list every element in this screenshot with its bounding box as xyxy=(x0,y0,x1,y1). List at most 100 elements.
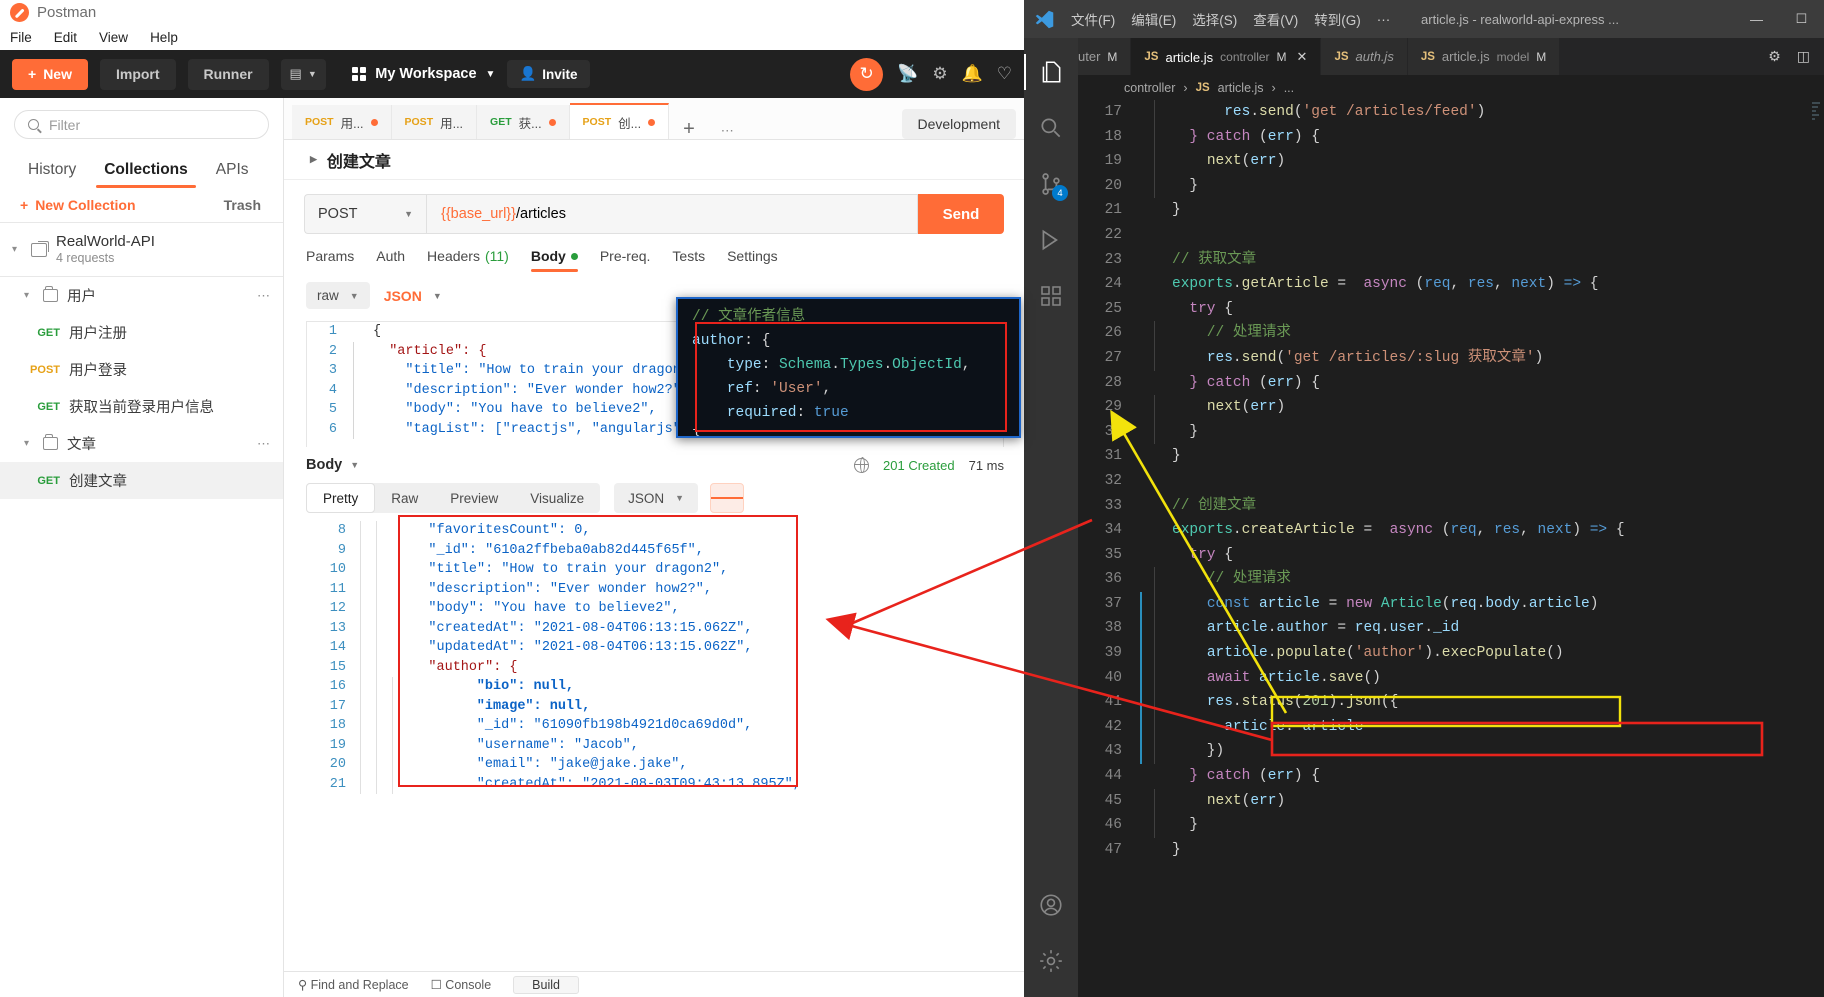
split-editor-vertical-icon[interactable]: ⚙ xyxy=(1768,48,1781,65)
folder-icon xyxy=(43,286,58,302)
send-button[interactable]: Send xyxy=(918,194,1004,234)
request-tab-3[interactable]: GET 获... xyxy=(477,105,570,139)
chevron-down-icon[interactable]: ▾ xyxy=(24,290,34,301)
folder-row-articles[interactable]: ▾ 文章 ⋯ xyxy=(0,425,283,462)
runner-button[interactable]: Runner xyxy=(187,58,269,90)
body-mode-select[interactable]: raw ▼ xyxy=(306,282,370,309)
tab-headers[interactable]: Headers (11) xyxy=(427,248,509,272)
folder-more-icon[interactable]: ⋯ xyxy=(257,288,271,304)
url-input[interactable]: {{base_url}}/articles xyxy=(426,194,918,234)
tab-auth[interactable]: Auth xyxy=(376,248,405,272)
menu-goto[interactable]: 转到(G) xyxy=(1314,9,1361,29)
menu-help[interactable]: Help xyxy=(150,30,178,45)
menu-overflow-icon[interactable]: ··· xyxy=(1377,12,1391,27)
source-control-badge: 4 xyxy=(1052,185,1068,201)
run-debug-icon[interactable] xyxy=(1024,214,1078,266)
line-text: res.send('get /articles/:slug 获取文章') xyxy=(1206,349,1544,366)
line-number: 29 xyxy=(1104,399,1122,416)
heart-icon[interactable]: ♡ xyxy=(997,64,1012,84)
satellite-icon[interactable]: 📡 xyxy=(897,64,918,84)
line-text: article: article xyxy=(1224,718,1364,735)
tab-history[interactable]: History xyxy=(14,155,90,188)
accounts-icon[interactable] xyxy=(1024,879,1078,931)
editor-tab-router[interactable]: uter M xyxy=(1078,38,1132,75)
response-line: 21 "createdAt": "2021-08-03T09:43:13.895… xyxy=(306,774,1004,794)
folder-row-users[interactable]: ▾ 用户 ⋯ xyxy=(0,277,283,314)
menu-view[interactable]: View xyxy=(99,30,128,45)
maximize-button[interactable]: ☐ xyxy=(1779,0,1824,38)
request-row-current-user[interactable]: GET 获取当前登录用户信息 xyxy=(0,388,283,425)
console-button[interactable]: ☐ Console xyxy=(431,977,492,992)
tab-tests[interactable]: Tests xyxy=(672,248,705,272)
new-window-button[interactable]: ▤ ▼ xyxy=(280,58,326,90)
chevron-down-icon[interactable]: ▾ xyxy=(24,438,34,449)
method-select[interactable]: POST ▼ xyxy=(304,194,426,234)
request-row-create-article[interactable]: GET 创建文章 xyxy=(0,462,283,499)
tab-prerequest[interactable]: Pre-req. xyxy=(600,248,651,272)
collection-row-realworld-api[interactable]: ▾ RealWorld-API 4 requests xyxy=(0,223,283,276)
import-button[interactable]: Import xyxy=(99,58,176,90)
editor-tab-article-controller[interactable]: JS article.js controller M ✕ xyxy=(1131,38,1322,75)
response-body-viewer[interactable]: 8 "favoritesCount": 0, 9 "_id": "610a2ff… xyxy=(306,515,1004,794)
search-icon[interactable] xyxy=(1024,102,1078,154)
tab-visualize[interactable]: Visualize xyxy=(514,483,600,513)
breadcrumb-file[interactable]: article.js xyxy=(1218,81,1264,95)
gear-icon[interactable]: ⚙ xyxy=(932,64,947,84)
extensions-icon[interactable] xyxy=(1024,270,1078,322)
breadcrumb-symbol[interactable]: ... xyxy=(1284,81,1294,95)
tab-preview[interactable]: Preview xyxy=(434,483,514,513)
editor-tab-article-model[interactable]: JS article.js model M xyxy=(1407,38,1561,75)
response-line: 14 "updatedAt": "2021-08-04T06:13:15.062… xyxy=(306,638,1004,658)
gear-icon[interactable] xyxy=(1024,935,1078,987)
new-collection-button[interactable]: + New Collection xyxy=(20,197,136,213)
tab-params[interactable]: Params xyxy=(306,248,354,272)
tab-raw[interactable]: Raw xyxy=(375,483,434,513)
sync-button[interactable]: ↻ xyxy=(850,57,884,91)
explorer-icon[interactable] xyxy=(1024,46,1078,98)
request-tab-label: 创... xyxy=(618,116,642,131)
source-control-icon[interactable]: 4 xyxy=(1024,158,1078,210)
workspace-selector[interactable]: My Workspace ▼ xyxy=(351,66,495,82)
wrap-lines-button[interactable] xyxy=(710,483,745,513)
menu-edit[interactable]: Edit xyxy=(54,30,77,45)
search-input[interactable]: Filter xyxy=(14,110,269,139)
new-button[interactable]: + New xyxy=(12,58,88,90)
environment-selector[interactable]: Development xyxy=(901,109,1016,139)
request-row-user-login[interactable]: POST 用户登录 xyxy=(0,351,283,388)
tab-collections[interactable]: Collections xyxy=(90,155,202,188)
menu-edit[interactable]: 编辑(E) xyxy=(1131,9,1176,29)
tab-settings[interactable]: Settings xyxy=(727,248,778,272)
minimap[interactable] xyxy=(1810,100,1824,997)
response-format-select[interactable]: JSON ▼ xyxy=(614,483,699,513)
menu-file[interactable]: File xyxy=(10,30,32,45)
menu-file[interactable]: 文件(F) xyxy=(1071,9,1115,29)
folder-more-icon[interactable]: ⋯ xyxy=(257,436,271,452)
find-replace-button[interactable]: ⚲ Find and Replace xyxy=(298,977,409,992)
new-tab-button[interactable]: + xyxy=(669,119,709,139)
minimize-button[interactable]: — xyxy=(1734,0,1779,38)
response-body-selector[interactable]: Body ▼ xyxy=(306,457,359,473)
tab-pretty[interactable]: Pretty xyxy=(306,483,376,513)
invite-button[interactable]: 👤 Invite xyxy=(507,60,590,88)
breadcrumb-folder[interactable]: controller xyxy=(1124,81,1175,95)
close-icon[interactable]: ✕ xyxy=(1297,49,1308,65)
menu-selection[interactable]: 选择(S) xyxy=(1192,9,1237,29)
tab-apis[interactable]: APIs xyxy=(202,155,263,188)
editor-tab-auth[interactable]: JS auth.js xyxy=(1321,38,1408,75)
menu-view[interactable]: 查看(V) xyxy=(1253,9,1298,29)
tab-overflow-icon[interactable]: ⋯ xyxy=(709,123,747,139)
bell-icon[interactable]: 🔔 xyxy=(962,64,983,84)
request-tab-1[interactable]: POST 用... xyxy=(292,105,392,139)
request-tab-4[interactable]: POST 创... xyxy=(569,103,670,139)
request-tab-2[interactable]: POST 用... xyxy=(391,105,478,139)
tab-body[interactable]: Body xyxy=(530,248,578,272)
split-editor-icon[interactable]: ◫ xyxy=(1797,48,1810,65)
chevron-right-icon[interactable]: ▶ xyxy=(310,154,317,165)
line-number: 22 xyxy=(1104,226,1122,243)
build-chip[interactable]: Build xyxy=(513,975,579,994)
code-editor[interactable]: 17 res.send('get /articles/feed') 18 } c… xyxy=(1078,100,1824,997)
request-row-user-register[interactable]: GET 用户注册 xyxy=(0,314,283,351)
trash-button[interactable]: Trash xyxy=(224,197,261,213)
body-format-select[interactable]: JSON ▼ xyxy=(384,288,442,304)
chevron-down-icon[interactable]: ▾ xyxy=(12,244,22,255)
